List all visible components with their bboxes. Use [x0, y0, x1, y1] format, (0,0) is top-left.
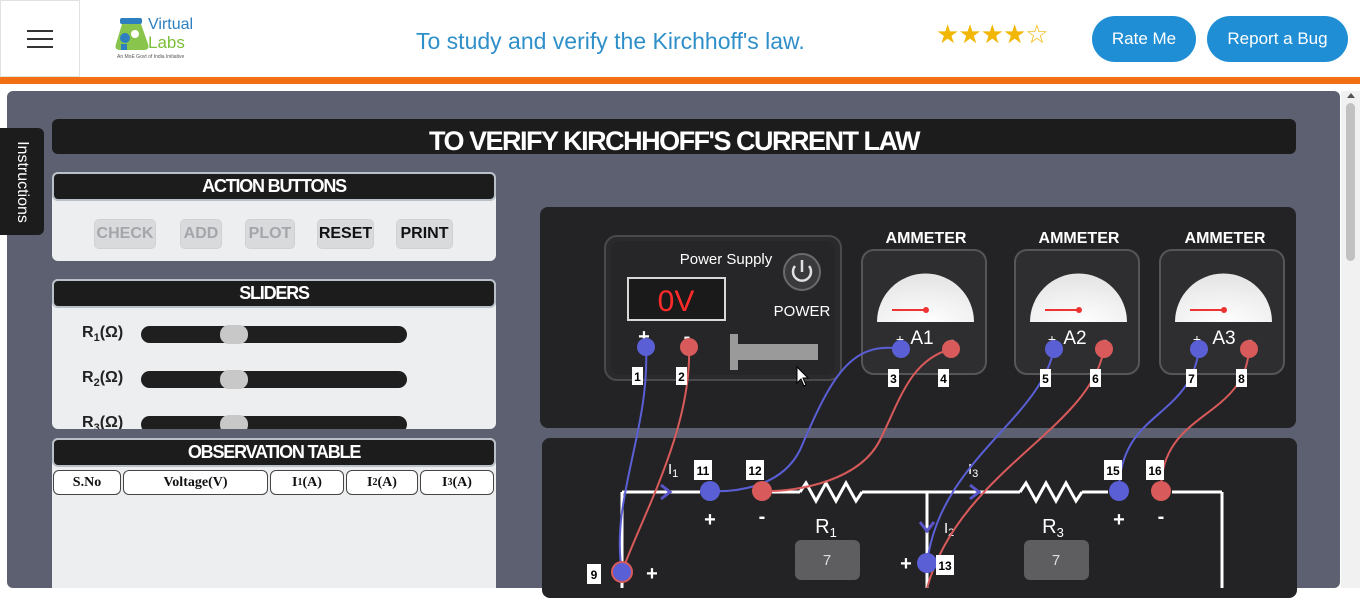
- resistor-r3-value-box: 7: [1024, 540, 1089, 580]
- voltage-display-value: 0V: [658, 285, 695, 318]
- node-9-plus: +: [646, 563, 658, 585]
- terminal-3[interactable]: [892, 340, 910, 358]
- terminal-4[interactable]: [942, 340, 960, 358]
- terminal-1[interactable]: [637, 338, 655, 356]
- node-15-number: 15: [1106, 464, 1120, 478]
- power-supply: Power Supply 0V POWER + -: [604, 235, 842, 381]
- ammeter-title: AMMETER: [1185, 230, 1266, 247]
- node-9[interactable]: [611, 561, 633, 583]
- node-13[interactable]: [917, 553, 937, 573]
- ammeter-a3-label: A3: [1212, 328, 1235, 349]
- ammeter-a2: AMMETER A2 + -: [1014, 230, 1140, 375]
- terminal-5[interactable]: [1045, 340, 1063, 358]
- terminal-2-number: 2: [678, 370, 685, 384]
- ammeter-a2-label: A2: [1063, 328, 1086, 349]
- resistor-r1-value: 7: [823, 552, 831, 569]
- terminal-5-number: 5: [1042, 372, 1049, 386]
- node-16-number: 16: [1148, 464, 1162, 478]
- lab-apparatus: Power Supply 0V POWER + - AMMETER A1 + -…: [587, 230, 1285, 588]
- node-12[interactable]: [752, 481, 772, 501]
- node-16[interactable]: [1151, 481, 1171, 501]
- power-button[interactable]: [783, 253, 821, 291]
- terminal-8[interactable]: [1240, 340, 1258, 358]
- current-label-i1: I1: [668, 461, 678, 480]
- node-12-number: 12: [748, 464, 762, 478]
- terminal-3-number: 3: [890, 372, 897, 386]
- ammeter-a1-label: A1: [910, 328, 933, 349]
- resistor-r1-label: R1: [815, 516, 837, 540]
- node-11-number: 11: [697, 464, 710, 478]
- power-supply-label: Power Supply: [680, 251, 773, 268]
- node-11-plus: +: [704, 509, 716, 531]
- node-16-minus: -: [1158, 506, 1165, 528]
- ammeter-title: AMMETER: [886, 230, 967, 247]
- terminal-7[interactable]: [1190, 340, 1208, 358]
- terminal-7-number: 7: [1188, 372, 1195, 386]
- ammeter-a3: AMMETER A3 + -: [1159, 230, 1285, 375]
- node-11[interactable]: [700, 481, 720, 501]
- terminal-4-number: 4: [940, 372, 947, 386]
- node-13-plus: +: [900, 553, 912, 575]
- resistor-r1-value-box: 7: [795, 540, 860, 580]
- resistor-r3: [1018, 479, 1084, 505]
- terminal-8-number: 8: [1238, 372, 1245, 386]
- resistor-r3-value: 7: [1052, 552, 1060, 569]
- node-15[interactable]: [1109, 481, 1129, 501]
- resistor-r3-label: R3: [1042, 516, 1064, 540]
- node-13-number: 13: [938, 559, 952, 573]
- terminal-6[interactable]: [1095, 340, 1113, 358]
- node-15-plus: +: [1113, 509, 1125, 531]
- terminal-2[interactable]: [680, 338, 698, 356]
- node-9-number: 9: [591, 568, 598, 582]
- ammeter-title: AMMETER: [1039, 230, 1120, 247]
- power-label: POWER: [774, 303, 831, 320]
- terminal-1-number: 1: [634, 370, 641, 384]
- node-12-minus: -: [759, 506, 766, 528]
- terminal-6-number: 6: [1092, 372, 1099, 386]
- ammeter-a1: AMMETER A1 + -: [861, 230, 987, 375]
